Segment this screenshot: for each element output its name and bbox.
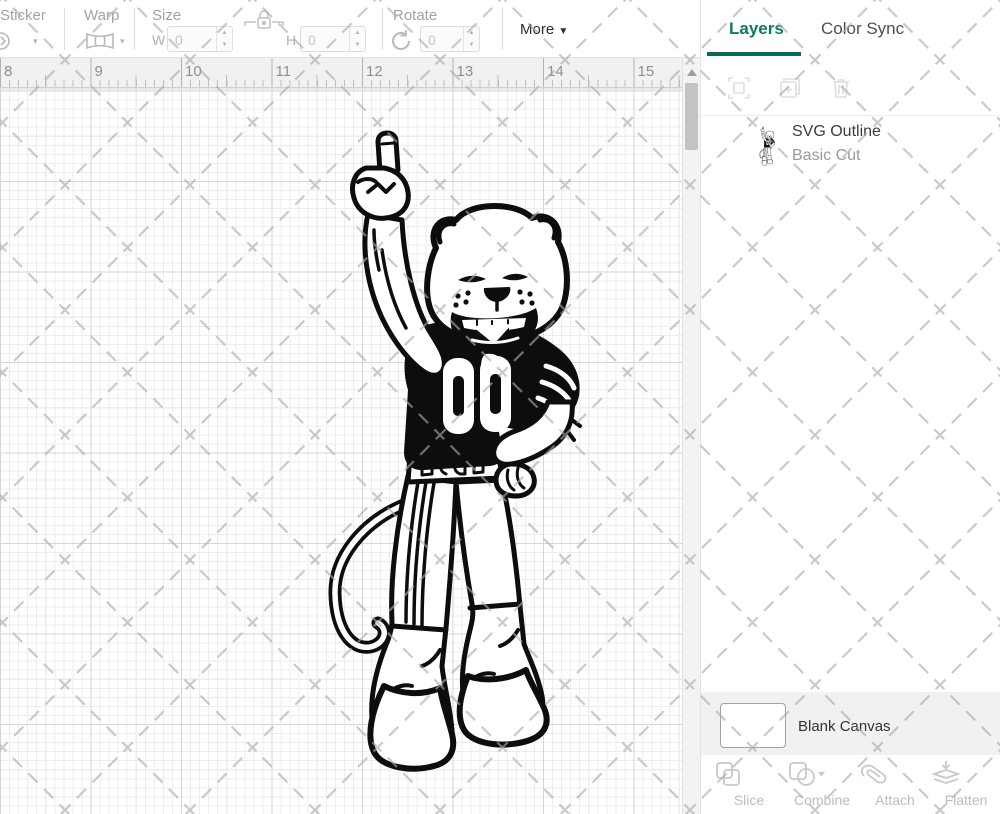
rotate-icon[interactable] [388, 28, 414, 54]
tab-layers[interactable]: Layers [729, 19, 784, 39]
vertical-scrollbar[interactable] [682, 58, 700, 814]
height-value: 0 [301, 27, 349, 51]
ruler-number: 13 [457, 63, 474, 80]
step-up-icon[interactable]: ▲ [464, 27, 479, 39]
ruler: 8 9 10 11 12 13 14 15 [0, 58, 682, 88]
layer-item-svg-outline[interactable]: SVG Outline Basic Cut [701, 117, 1000, 187]
ruler-number: 14 [547, 63, 564, 80]
combine-icon [787, 760, 857, 788]
delete-layer-icon[interactable] [831, 77, 851, 99]
ruler-number: 10 [185, 63, 202, 80]
scrollbar-thumb[interactable] [685, 83, 698, 150]
layer-tools-row [701, 70, 1000, 116]
step-down-icon[interactable]: ▼ [464, 39, 479, 51]
height-stepper[interactable]: ▲▼ [349, 27, 365, 51]
ruler-number: 8 [4, 63, 12, 80]
ruler-number: 12 [366, 63, 383, 80]
toolbar-divider [64, 8, 65, 50]
more-button[interactable]: More ▼ [520, 21, 568, 38]
height-input[interactable]: 0 ▲▼ [300, 26, 366, 52]
ruler-number: 11 [276, 63, 292, 80]
toolbar-divider [382, 8, 383, 50]
slice-button[interactable]: Slice [714, 760, 784, 808]
layers-panel: Layers Color Sync SVG Outline Basic Cut … [700, 0, 1000, 814]
layer-title: SVG Outline [792, 123, 881, 141]
attach-button[interactable]: Attach [860, 760, 930, 808]
rotate-value: 0 [421, 27, 463, 51]
rotate-label: Rotate [393, 7, 437, 24]
sticker-label: Sticker [0, 7, 46, 24]
group-icon[interactable] [728, 77, 750, 99]
warp-dropdown-caret[interactable]: ▾ [120, 36, 125, 47]
flatten-icon [931, 760, 1000, 788]
rotate-input[interactable]: 0 ▲▼ [420, 26, 480, 52]
blank-canvas-thumbnail [720, 703, 786, 748]
step-down-icon[interactable]: ▼ [350, 39, 365, 51]
step-up-icon[interactable]: ▲ [350, 27, 365, 39]
size-lock-icon[interactable] [243, 8, 285, 34]
flatten-label: Flatten [931, 792, 1000, 808]
attach-label: Attach [860, 792, 930, 808]
layer-thumbnail [759, 126, 775, 166]
layer-actions-bar: Slice Combine Attach Fl [701, 755, 1000, 814]
slice-icon [714, 760, 784, 788]
ruler-number: 15 [638, 63, 655, 80]
blank-canvas-label: Blank Canvas [798, 718, 891, 735]
height-label: H [286, 32, 296, 48]
toolbar-divider [502, 8, 503, 50]
active-tab-underline [707, 52, 801, 56]
width-value: 0 [168, 27, 216, 51]
flatten-button[interactable]: Flatten [931, 760, 1000, 808]
warp-label: Warp [84, 7, 119, 24]
warp-icon[interactable] [85, 31, 115, 51]
tab-color-sync[interactable]: Color Sync [821, 19, 904, 39]
width-input[interactable]: 0 ▲▼ [167, 26, 233, 52]
step-up-icon[interactable]: ▲ [217, 27, 232, 39]
attach-icon [860, 760, 930, 788]
rotate-stepper[interactable]: ▲▼ [463, 27, 479, 51]
width-stepper[interactable]: ▲▼ [216, 27, 232, 51]
sticker-dropdown-caret[interactable]: ▾ [33, 36, 38, 47]
scroll-up-arrow-icon[interactable] [687, 69, 697, 76]
top-toolbar: Sticker ▾ Warp ▾ Size W 0 ▲▼ H 0 ▲▼ Rota… [0, 0, 700, 58]
more-label: More [520, 21, 554, 38]
canvas-artwork-mascot[interactable] [322, 130, 584, 772]
more-caret-icon: ▼ [558, 26, 568, 37]
size-label: Size [152, 7, 181, 24]
combine-button[interactable]: Combine [787, 760, 857, 808]
step-down-icon[interactable]: ▼ [217, 39, 232, 51]
ruler-number: 9 [95, 63, 103, 80]
layer-subtitle: Basic Cut [792, 147, 860, 165]
width-label: W [152, 32, 165, 48]
toolbar-divider [134, 8, 135, 50]
slice-label: Slice [714, 792, 784, 808]
blank-canvas-row[interactable]: Blank Canvas [701, 692, 1000, 755]
add-layer-icon[interactable] [779, 77, 801, 99]
sticker-icon[interactable] [0, 30, 14, 52]
combine-label: Combine [787, 792, 857, 808]
